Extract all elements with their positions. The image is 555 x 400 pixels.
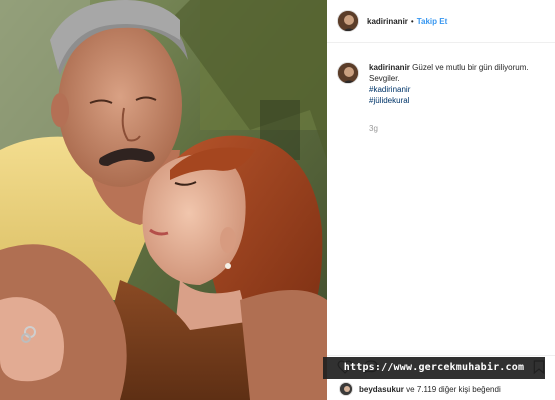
liker-username[interactable]: beydasukur (359, 385, 404, 394)
hashtag-link[interactable]: #kadirinanir (369, 84, 545, 95)
post-side-panel: kadirinanir • Takip Et kadirinanir Güzel… (327, 0, 555, 400)
post-photo[interactable] (0, 0, 327, 400)
caption-username[interactable]: kadirinanir (369, 63, 410, 72)
caption-text-block: kadirinanir Güzel ve mutlu bir gün diliy… (369, 62, 545, 106)
likes-row: beydasukur ve 7.119 diğer kişi beğendi (327, 378, 555, 400)
liker-avatar[interactable] (339, 382, 353, 396)
post-header: kadirinanir • Takip Et (327, 0, 555, 43)
watermark-url: https://www.gercekmuhabir.com (323, 357, 545, 379)
caption-avatar[interactable] (337, 62, 359, 84)
post-time[interactable]: 3g (369, 124, 378, 133)
hashtag-link[interactable]: #jülidekural (369, 95, 545, 106)
avatar[interactable] (337, 10, 359, 32)
post-username[interactable]: kadirinanir (367, 17, 408, 26)
caption: kadirinanir Güzel ve mutlu bir gün diliy… (337, 62, 545, 106)
likes-text: beydasukur ve 7.119 diğer kişi beğendi (359, 385, 501, 394)
separator-dot: • (410, 16, 414, 26)
follow-button[interactable]: Takip Et (417, 17, 448, 26)
likes-count-text[interactable]: ve 7.119 diğer kişi beğendi (406, 385, 501, 394)
